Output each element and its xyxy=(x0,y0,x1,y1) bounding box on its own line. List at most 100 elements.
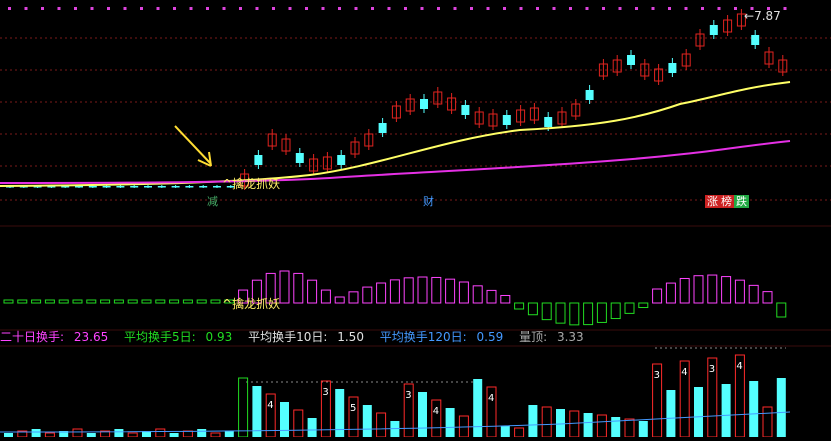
signal-dot xyxy=(74,7,77,10)
signal-dot xyxy=(173,7,176,10)
indicator-10d: 平均换手10日: 1.50 xyxy=(248,330,364,344)
osc-bar xyxy=(514,302,525,310)
signal-dot xyxy=(503,7,506,10)
chart-canvas[interactable]: 4 3 5 3 4 4 3 4 3 4 xyxy=(0,0,831,438)
signal-caret-icon: ^ xyxy=(222,297,233,311)
osc-bar xyxy=(279,270,290,304)
osc-bar xyxy=(748,284,759,304)
signal-caret-icon: ^ xyxy=(222,177,233,191)
volume-bar-number: 3 xyxy=(654,370,660,381)
osc-bar xyxy=(17,299,28,304)
volume-bar-number: 3 xyxy=(709,364,715,375)
candle-body xyxy=(185,186,194,188)
signal-dot xyxy=(585,7,589,10)
candle-body xyxy=(337,155,346,165)
volume-bar xyxy=(776,378,786,437)
osc-bar xyxy=(86,299,97,304)
candle-body xyxy=(199,186,208,188)
osc-bar xyxy=(762,291,773,304)
osc-bar xyxy=(182,299,193,304)
volume-bar xyxy=(473,379,483,437)
candle-body xyxy=(668,63,677,73)
signal-dot xyxy=(189,7,193,10)
osc-bar xyxy=(610,302,621,320)
candle-body xyxy=(157,186,166,188)
signal-arrow-icon xyxy=(174,125,212,167)
osc-bar xyxy=(100,299,111,304)
volume-bar xyxy=(596,414,607,438)
signal-dot xyxy=(123,7,127,10)
osc-bar xyxy=(210,299,221,304)
volume-bar xyxy=(114,429,124,437)
osc-bar xyxy=(44,299,55,304)
volume-bar xyxy=(721,384,731,437)
grid-lines xyxy=(0,37,831,347)
signal-dot xyxy=(41,7,44,10)
tag-list[interactable]: 榜 xyxy=(719,195,734,208)
candle-body xyxy=(585,90,594,100)
volume-bar-number: 4 xyxy=(488,393,494,404)
osc-bar xyxy=(472,285,483,304)
signal-dot xyxy=(272,7,275,10)
signal-dot xyxy=(140,7,143,10)
signal-dot xyxy=(255,7,259,10)
signal-dot xyxy=(321,7,325,10)
volume-bar xyxy=(749,381,759,437)
osc-bar xyxy=(127,299,138,304)
volume-bar xyxy=(624,418,635,438)
arrow-shaft xyxy=(174,125,212,165)
tag-finance[interactable]: 财 xyxy=(421,195,436,208)
volume-bar xyxy=(541,406,552,438)
candle-body xyxy=(502,115,511,125)
osc-bar xyxy=(707,274,718,304)
osc-bar xyxy=(734,279,745,304)
signal-dot xyxy=(602,7,605,10)
signal-dot xyxy=(57,7,61,10)
indicator-120d: 平均换手120日: 0.59 xyxy=(379,330,504,344)
candle-body xyxy=(116,186,125,188)
indicator-5d: 平均换手5日: 0.93 xyxy=(124,330,233,344)
signal-dot xyxy=(783,7,787,10)
volume-bar xyxy=(762,406,773,438)
signal-dot xyxy=(404,7,407,10)
volume-bar xyxy=(86,433,96,437)
signal-dot xyxy=(635,7,638,10)
tag-rise[interactable]: 涨 xyxy=(705,195,720,208)
oscillator-bars xyxy=(3,270,787,326)
stock-chart-window[interactable]: 4 3 5 3 4 4 3 4 3 4 ←7.87 ^擒龙抓妖 ^擒龙抓妖 减 财 涨 榜 跌 二… xyxy=(0,0,831,438)
volume-bar xyxy=(224,431,234,437)
osc-bar xyxy=(693,275,704,304)
indicator-volume-top: 量顶: 3.33 xyxy=(519,330,584,344)
osc-bar xyxy=(679,277,690,304)
osc-bar xyxy=(638,302,649,309)
volume-bar-number: 4 xyxy=(267,400,273,411)
signal-dot xyxy=(519,7,523,10)
volume-bar-number: 3 xyxy=(322,387,328,398)
signal-dot xyxy=(618,7,622,10)
volume-bar xyxy=(210,432,221,438)
signal-dot xyxy=(24,7,28,10)
osc-bar xyxy=(362,286,373,304)
volume-bar xyxy=(528,405,538,437)
tag-reduce[interactable]: 减 xyxy=(205,195,220,208)
volume-bar xyxy=(72,428,83,438)
osc-bar xyxy=(583,302,594,326)
volume-bar xyxy=(252,386,262,437)
osc-bar xyxy=(3,299,14,304)
signal-dot xyxy=(107,7,110,10)
osc-bar xyxy=(569,302,580,326)
osc-bar xyxy=(113,299,124,304)
candle-body xyxy=(75,186,83,188)
osc-bar xyxy=(486,289,497,304)
volume-bar xyxy=(127,432,138,438)
indicator-20d: 二十日换手: 23.65 xyxy=(0,330,109,344)
candlestick-series[interactable] xyxy=(6,9,788,190)
volume-bar xyxy=(556,409,565,437)
candle-body xyxy=(130,186,139,188)
candle-body xyxy=(213,186,221,188)
volume-bar xyxy=(376,412,387,438)
tag-fall[interactable]: 跌 xyxy=(734,195,749,208)
osc-bar xyxy=(500,294,511,304)
signal-dot xyxy=(552,7,556,10)
arrow-head xyxy=(197,151,212,167)
